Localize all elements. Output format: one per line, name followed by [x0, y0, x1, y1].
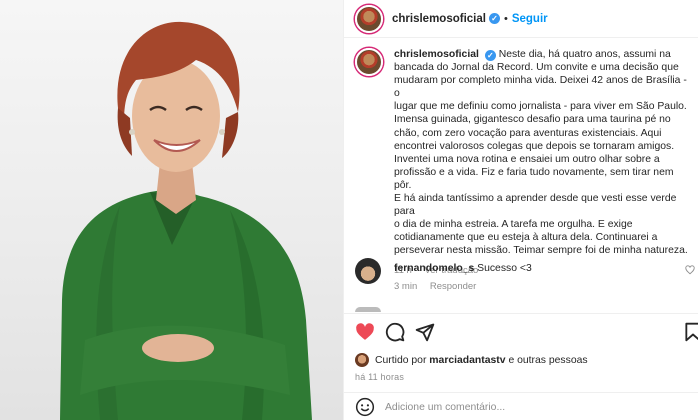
liked-by: Curtido por marciadantastv e outras pess…	[355, 353, 588, 367]
post-caption: chrislemosoficial ✓ Neste dia, há quatro…	[355, 48, 691, 276]
comment-text: fernandomelo_s Sucesso <3	[394, 258, 695, 276]
caption-line: perseverar nesta missão. Teimar sempre f…	[394, 245, 688, 257]
author-avatar[interactable]	[355, 4, 383, 33]
emoji-smiley-icon[interactable]	[355, 397, 375, 417]
caption-line: Imensa guinada, gigantesco desafio para …	[394, 114, 671, 126]
reply-link[interactable]: Responder	[430, 281, 476, 292]
save-bookmark-icon[interactable]	[683, 322, 698, 342]
follow-button[interactable]: Seguir	[512, 13, 548, 25]
post-header: chrislemosoficial ✓ • Seguir	[344, 0, 698, 38]
comment-time: 3 min	[394, 281, 418, 292]
caption-line: Neste dia, há quatro anos, assumi na	[498, 49, 671, 60]
verified-badge-icon: ✓	[488, 13, 500, 24]
share-send-icon[interactable]	[415, 322, 435, 342]
action-icons	[355, 322, 698, 344]
post-sidebar: chrislemosoficial ✓ • Seguir chrislemoso…	[343, 0, 698, 420]
caption-author-avatar[interactable]	[355, 48, 383, 76]
liked-by-prefix: Curtido por	[375, 354, 427, 366]
caption-line: E há ainda tantíssimo a aprender desde q…	[394, 193, 677, 218]
caption-line: Inventei uma nova rotina e ensaiei um ou…	[394, 153, 660, 165]
commenter-username[interactable]: fernandomelo_s	[394, 263, 474, 274]
caption-line: mudaram por completo minha vida. Deixei …	[394, 75, 687, 100]
caption-line: encontrei valorosos colegas que depois s…	[394, 140, 675, 152]
caption-line: bancada do Jornal da Record. Um convite …	[394, 62, 679, 74]
caption-line: chão, com zero vocação para aventuras ex…	[394, 127, 662, 139]
comment-icon[interactable]	[385, 322, 405, 342]
post-actions: Curtido por marciadantastv e outras pess…	[344, 313, 698, 420]
like-heart-icon[interactable]	[355, 322, 375, 342]
comment-body: Sucesso <3	[477, 263, 532, 274]
caption-line: lugar que me definiu como jornalista - p…	[394, 101, 687, 113]
caption-line: cotidianamente que eu esteja à altura de…	[394, 232, 658, 244]
author-username[interactable]: chrislemosoficial	[392, 13, 486, 25]
liker-avatar[interactable]	[355, 353, 369, 367]
liked-by-user[interactable]: marciadantastv	[429, 355, 505, 366]
comment-meta: 3 min Responder	[394, 281, 695, 292]
caption-text: chrislemosoficial ✓ Neste dia, há quatro…	[394, 48, 691, 258]
add-comment-bar	[344, 392, 698, 420]
woman-portrait-image	[60, 21, 312, 420]
caption-line: o dia de minha estreia. A tarefa me orgu…	[394, 219, 633, 231]
add-comment-input[interactable]	[385, 401, 665, 413]
post-timestamp: há 11 horas	[355, 372, 405, 382]
liked-by-suffix[interactable]: e outras pessoas	[508, 355, 587, 366]
comment-like-heart-icon[interactable]	[685, 265, 695, 275]
commenter-avatar[interactable]	[355, 258, 381, 284]
caption-verified-badge-icon: ✓	[484, 50, 496, 61]
caption-line: profissão e a vida. Fiz e faria tudo nov…	[394, 166, 674, 191]
post-photo[interactable]	[0, 0, 343, 420]
caption-username[interactable]: chrislemosoficial	[394, 49, 479, 60]
next-comment-avatar	[355, 307, 381, 312]
comment-item: fernandomelo_s Sucesso <3 3 min Responde…	[355, 258, 695, 292]
separator-dot: •	[503, 12, 508, 25]
